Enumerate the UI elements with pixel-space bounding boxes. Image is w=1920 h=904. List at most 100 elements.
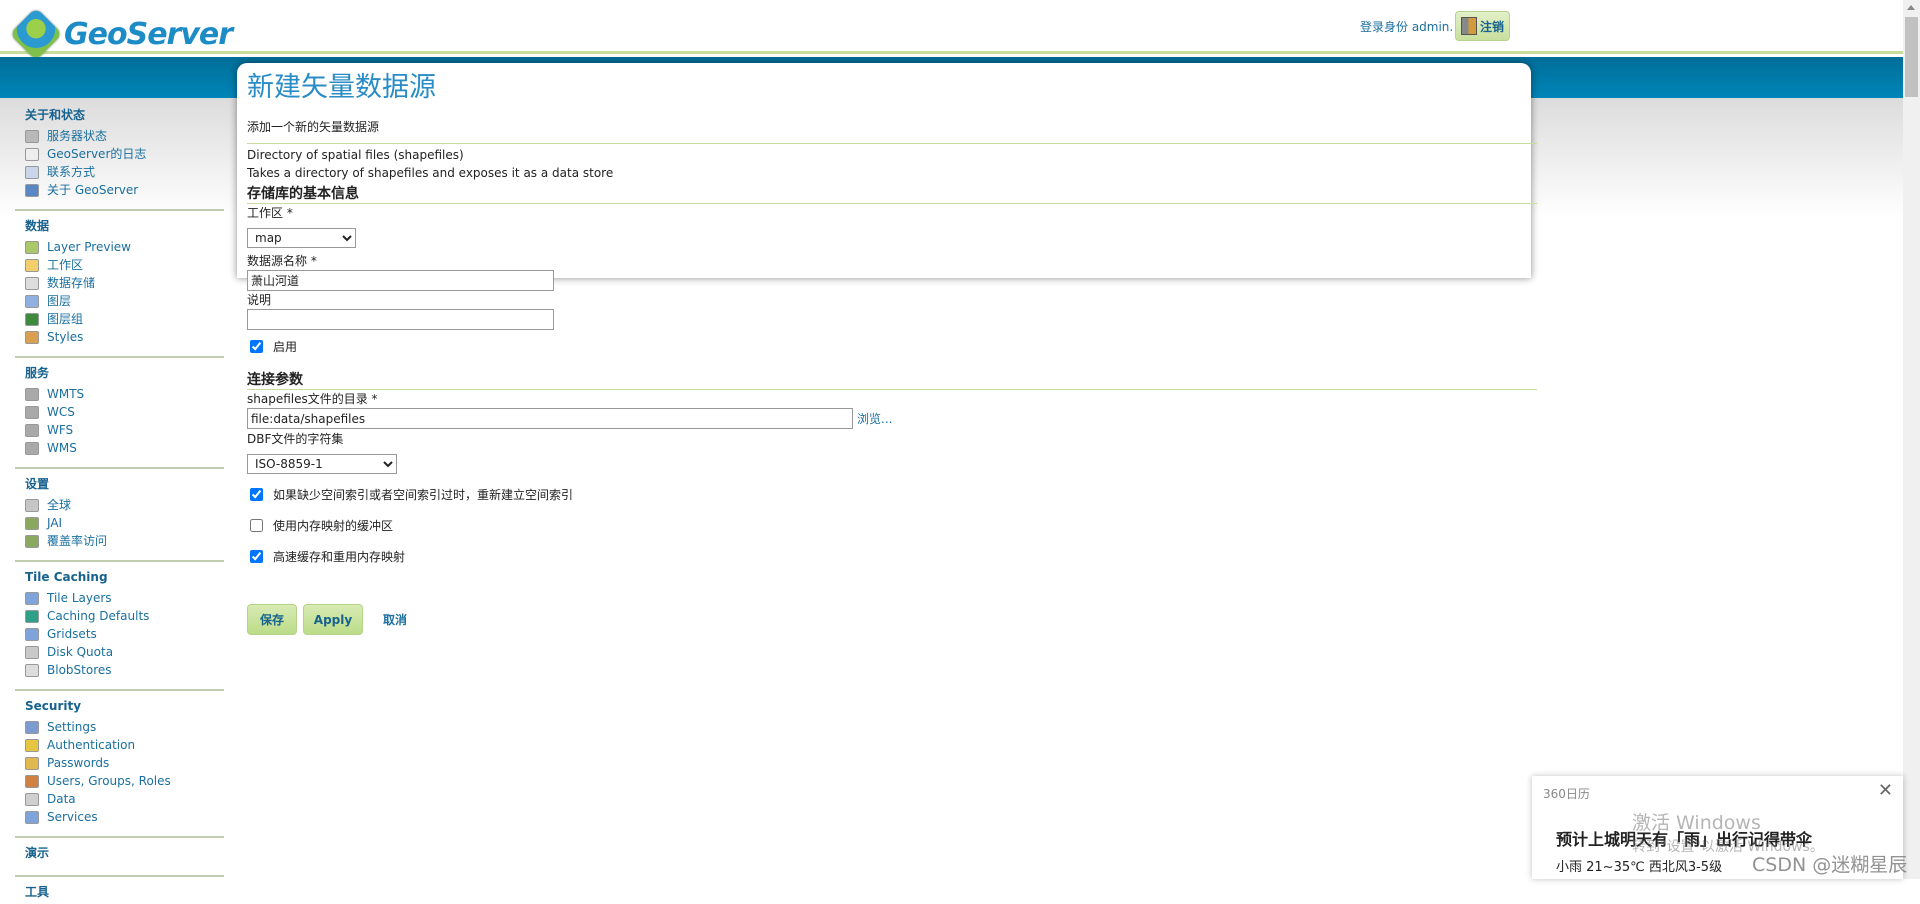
cache-memory-maps-row[interactable]: 高速缓存和重用内存映射 xyxy=(247,547,1517,565)
description-label: 说明 xyxy=(247,293,272,307)
sidebar-section: 关于和状态服务器状态 GeoServer的日志联系方式关于 GeoServer xyxy=(20,107,224,199)
enabled-checkbox[interactable] xyxy=(250,339,263,353)
sidebar-item[interactable]: Tile Layers xyxy=(25,589,224,607)
store-name-input[interactable] xyxy=(247,270,554,291)
sidebar-section-title: Tile Caching xyxy=(25,570,108,584)
sidebar-item[interactable]: 联系方式 xyxy=(25,163,224,181)
sidebar-item[interactable]: 图层组 xyxy=(25,310,224,328)
sidebar-item[interactable]: WCS xyxy=(25,403,224,421)
service-icon xyxy=(25,441,39,455)
apply-button[interactable]: Apply xyxy=(303,604,363,635)
rebuild-index-row[interactable]: 如果缺少空间索引或者空间索引过时，重新建立空间索引 xyxy=(247,485,1517,503)
sidebar-item[interactable]: WFS xyxy=(25,421,224,439)
sidebar-divider xyxy=(15,560,224,562)
sidebar-item-label: 关于 GeoServer xyxy=(47,183,139,197)
sidebar-section: Tile Caching Tile Layers Caching Defaults G… xyxy=(15,560,224,679)
page-scrollbar[interactable] xyxy=(1903,0,1920,879)
sidebar-item-label: Tile Layers xyxy=(47,591,112,605)
sidebar-section-title: 设置 xyxy=(25,477,50,491)
sidebar-item[interactable]: Caching Defaults xyxy=(25,607,224,625)
grid-icon xyxy=(25,627,39,641)
log-icon xyxy=(25,147,39,161)
sidebar-item[interactable]: WMTS xyxy=(25,385,224,403)
sidebar-item-label: 覆盖率访问 xyxy=(47,534,108,548)
sidebar-item[interactable]: BlobStores xyxy=(25,661,224,679)
main-content: 新建矢量数据源 添加一个新的矢量数据源 Directory of spatial… xyxy=(247,70,1537,635)
save-button[interactable]: 保存 xyxy=(247,604,297,635)
workspace-select[interactable]: map xyxy=(247,228,356,248)
sidebar-item[interactable]: Passwords xyxy=(25,754,224,772)
service-icon xyxy=(25,423,39,437)
sidebar-item[interactable]: 全球 xyxy=(25,496,224,514)
sidebar-divider xyxy=(15,209,224,211)
geoserver-logo[interactable]: GeoServer xyxy=(9,7,233,61)
sidebar-item[interactable]: Users, Groups, Roles xyxy=(25,772,224,790)
sidebar-item-label: WMTS xyxy=(47,387,85,401)
cancel-link[interactable]: 取消 xyxy=(383,611,407,628)
sidebar-section-title: Security xyxy=(25,699,82,713)
sidebar-section-title: 演示 xyxy=(25,846,50,860)
sidebar-item-label: WCS xyxy=(47,405,75,419)
enabled-label: 启用 xyxy=(273,339,298,354)
calendar-notification: 360日历 ✕ 预计上城明天有「雨」出行记得带伞 小雨 21~35℃ 西北风3-… xyxy=(1532,776,1903,879)
description-input[interactable] xyxy=(247,309,554,330)
memory-mapped-row[interactable]: 使用内存映射的缓冲区 xyxy=(247,516,1517,534)
scrollbar-thumb[interactable] xyxy=(1905,17,1918,97)
sidebar-item-label: 图层组 xyxy=(47,312,84,326)
sidebar-divider xyxy=(15,836,224,838)
sidebar-item-label: Users, Groups, Roles xyxy=(47,774,171,788)
globe-icon xyxy=(25,609,39,623)
sidebar-item-label: Layer Preview xyxy=(47,240,131,254)
scroll-up-arrow-icon[interactable] xyxy=(1907,5,1915,10)
browse-link[interactable]: 浏览... xyxy=(857,410,892,427)
login-status: 登录身份 admin. xyxy=(1360,20,1454,34)
store-name-label: 数据源名称 * xyxy=(247,254,317,268)
memory-mapped-checkbox[interactable] xyxy=(250,518,263,532)
sidebar-section-title: 关于和状态 xyxy=(25,108,86,122)
sidebar-item[interactable]: 数据存储 xyxy=(25,274,224,292)
enabled-checkbox-row[interactable]: 启用 xyxy=(247,337,1517,355)
sidebar-item-label: 联系方式 xyxy=(47,165,96,179)
sidebar-item[interactable]: Styles xyxy=(25,328,224,346)
rebuild-index-checkbox[interactable] xyxy=(250,487,263,501)
sidebar-item-label: BlobStores xyxy=(47,663,112,677)
sidebar-item[interactable]: 关于 GeoServer xyxy=(25,181,224,199)
cache-memory-maps-checkbox[interactable] xyxy=(250,549,263,563)
sidebar-item[interactable]: Disk Quota xyxy=(25,643,224,661)
sidebar: 关于和状态服务器状态 GeoServer的日志联系方式关于 GeoServer 数据… xyxy=(15,107,224,904)
sidebar-item[interactable]: Settings xyxy=(25,718,224,736)
sidebar-item[interactable]: 服务器状态 xyxy=(25,127,224,145)
palette-icon xyxy=(25,330,39,344)
data-key-icon xyxy=(25,792,39,806)
sidebar-item-label: 全球 xyxy=(47,498,72,512)
sidebar-item[interactable]: JAI xyxy=(25,514,224,532)
sidebar-item[interactable]: Layer Preview xyxy=(25,238,224,256)
shapefile-dir-input[interactable] xyxy=(247,408,853,429)
sidebar-item[interactable]: Services xyxy=(25,808,224,826)
sidebar-item[interactable]: 工作区 xyxy=(25,256,224,274)
sidebar-item-label: 服务器状态 xyxy=(47,129,108,143)
sidebar-item-label: 数据存储 xyxy=(47,276,96,290)
sidebar-item-label: Passwords xyxy=(47,756,110,770)
sidebar-item[interactable]: GeoServer的日志 xyxy=(25,145,224,163)
sidebar-section-title: 服务 xyxy=(25,366,50,380)
page-title: 新建矢量数据源 xyxy=(247,72,436,103)
tile-icon xyxy=(25,591,39,605)
sidebar-section: 工具 xyxy=(15,875,224,904)
sidebar-item[interactable]: 图层 xyxy=(25,292,224,310)
logout-button[interactable]: 注销 xyxy=(1455,11,1510,41)
sidebar-item[interactable]: Data xyxy=(25,790,224,808)
sidebar-divider xyxy=(15,467,224,469)
lock-icon xyxy=(25,756,39,770)
sidebar-item[interactable]: Gridsets xyxy=(25,625,224,643)
sidebar-item-label: 图层 xyxy=(47,294,72,308)
sidebar-item[interactable]: WMS xyxy=(25,439,224,457)
sidebar-item[interactable]: Authentication xyxy=(25,736,224,754)
sidebar-item-label: WMS xyxy=(47,441,77,455)
charset-select[interactable]: ISO-8859-1 xyxy=(247,454,397,474)
service-icon xyxy=(25,405,39,419)
wrench-icon xyxy=(25,720,39,734)
close-icon[interactable]: ✕ xyxy=(1878,780,1893,801)
sidebar-item[interactable]: 覆盖率访问 xyxy=(25,532,224,550)
database-icon xyxy=(25,276,39,290)
